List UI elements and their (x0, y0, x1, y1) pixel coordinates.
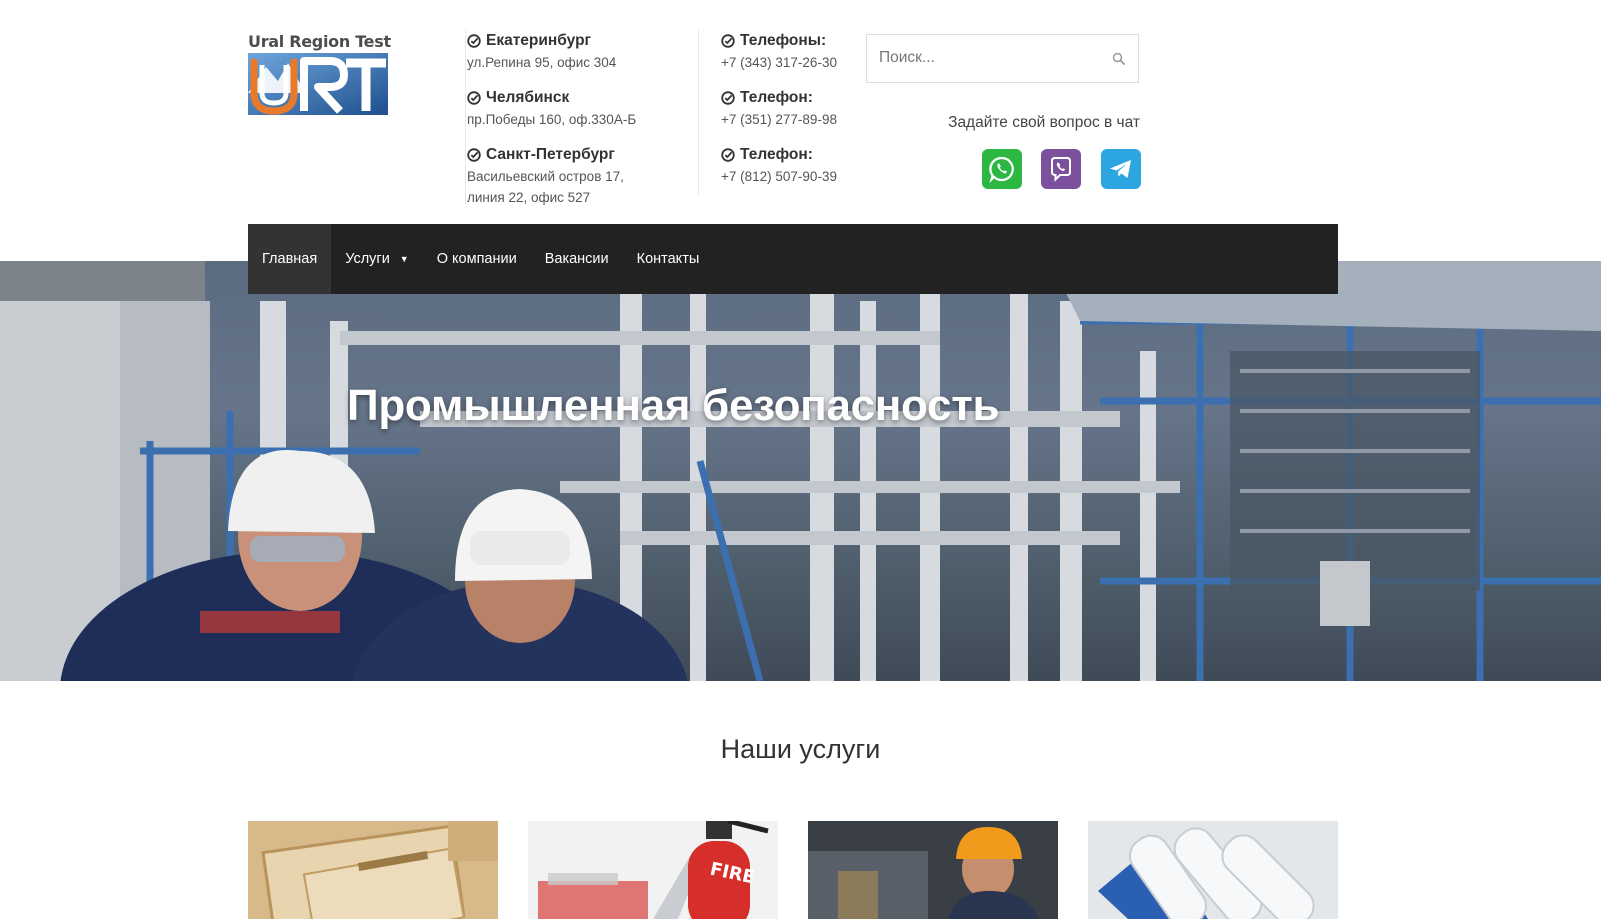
phone-entry: Телефоны: +7 (343) 317-26-30 (699, 30, 849, 73)
check-circle-icon (721, 34, 735, 48)
phone-numbers: Телефоны: +7 (343) 317-26-30 Телефон: +7… (698, 30, 849, 195)
logo-text: Ural Region Test (248, 32, 391, 51)
city-entry: Екатеринбург ул.Репина 95, офис 304 (466, 30, 691, 73)
service-card-labor-safety[interactable] (808, 821, 1058, 919)
main-navigation: Главная Услуги ▼ О компании Вакансии Конт… (248, 224, 1338, 294)
fire-extinguisher-image: FIRE (528, 821, 778, 919)
site-logo[interactable]: Ural Region Test (248, 32, 391, 117)
check-circle-icon (721, 148, 735, 162)
check-circle-icon (467, 91, 481, 105)
nav-item-about[interactable]: О компании (423, 224, 531, 294)
nav-item-vacancies[interactable]: Вакансии (531, 224, 623, 294)
whatsapp-button[interactable] (982, 149, 1022, 189)
services-heading: Наши услуги (720, 734, 881, 764)
city-address: пр.Победы 160, оф.330А-Б (467, 112, 637, 127)
phone-entry: Телефон: +7 (812) 507-90-39 (699, 144, 849, 187)
phone-label: Телефон: (740, 89, 813, 106)
city-address: Васильевский остров 17, линия 22, офис 5… (467, 169, 624, 205)
search-icon[interactable] (1112, 52, 1126, 66)
hero-title: Промышленная безопасность (347, 381, 1000, 430)
city-entry: Челябинск пр.Победы 160, оф.330А-Б (466, 87, 691, 130)
check-circle-icon (721, 91, 735, 105)
city-addresses: Екатеринбург ул.Репина 95, офис 304 Челя… (465, 30, 691, 205)
industrial-plant-image (0, 261, 1601, 681)
caret-down-icon: ▼ (399, 254, 409, 264)
service-card-certification[interactable] (248, 821, 498, 919)
nav-item-contacts[interactable]: Контакты (623, 224, 714, 294)
search-input[interactable] (879, 49, 1099, 67)
phone-number[interactable]: +7 (812) 507-90-39 (721, 166, 849, 187)
telegram-icon (1110, 160, 1131, 178)
phone-number[interactable]: +7 (351) 277-89-98 (721, 109, 849, 130)
service-card-documentation[interactable] (1088, 821, 1338, 919)
whatsapp-icon (989, 156, 1014, 183)
city-name: Санкт-Петербург (486, 146, 615, 163)
viber-icon (1051, 157, 1071, 182)
check-circle-icon (467, 148, 481, 162)
phone-label: Телефон: (740, 146, 813, 163)
phone-entry: Телефон: +7 (351) 277-89-98 (699, 87, 849, 130)
city-name: Екатеринбург (486, 32, 591, 49)
nav-item-home[interactable]: Главная (248, 224, 332, 294)
check-circle-icon (467, 34, 481, 48)
city-name: Челябинск (486, 89, 570, 106)
logo-mark-icon (248, 53, 388, 115)
nav-item-services[interactable]: Услуги ▼ (331, 224, 423, 294)
worker-helmet-image (808, 821, 1058, 919)
blueprints-image (1088, 821, 1338, 919)
telegram-button[interactable] (1101, 149, 1141, 189)
chat-prompt: Задайте свой вопрос в чат (948, 114, 1140, 131)
search-box (866, 34, 1139, 83)
city-entry: Санкт-Петербург Васильевский остров 17, … (466, 144, 691, 208)
phone-number[interactable]: +7 (343) 317-26-30 (721, 52, 849, 73)
service-card-fire-safety[interactable]: FIRE (528, 821, 778, 919)
phone-label: Телефоны: (740, 32, 827, 49)
city-address: ул.Репина 95, офис 304 (467, 55, 617, 70)
certificates-image (248, 821, 498, 919)
hero-banner: Промышленная безопасность (0, 261, 1601, 681)
viber-button[interactable] (1041, 149, 1081, 189)
